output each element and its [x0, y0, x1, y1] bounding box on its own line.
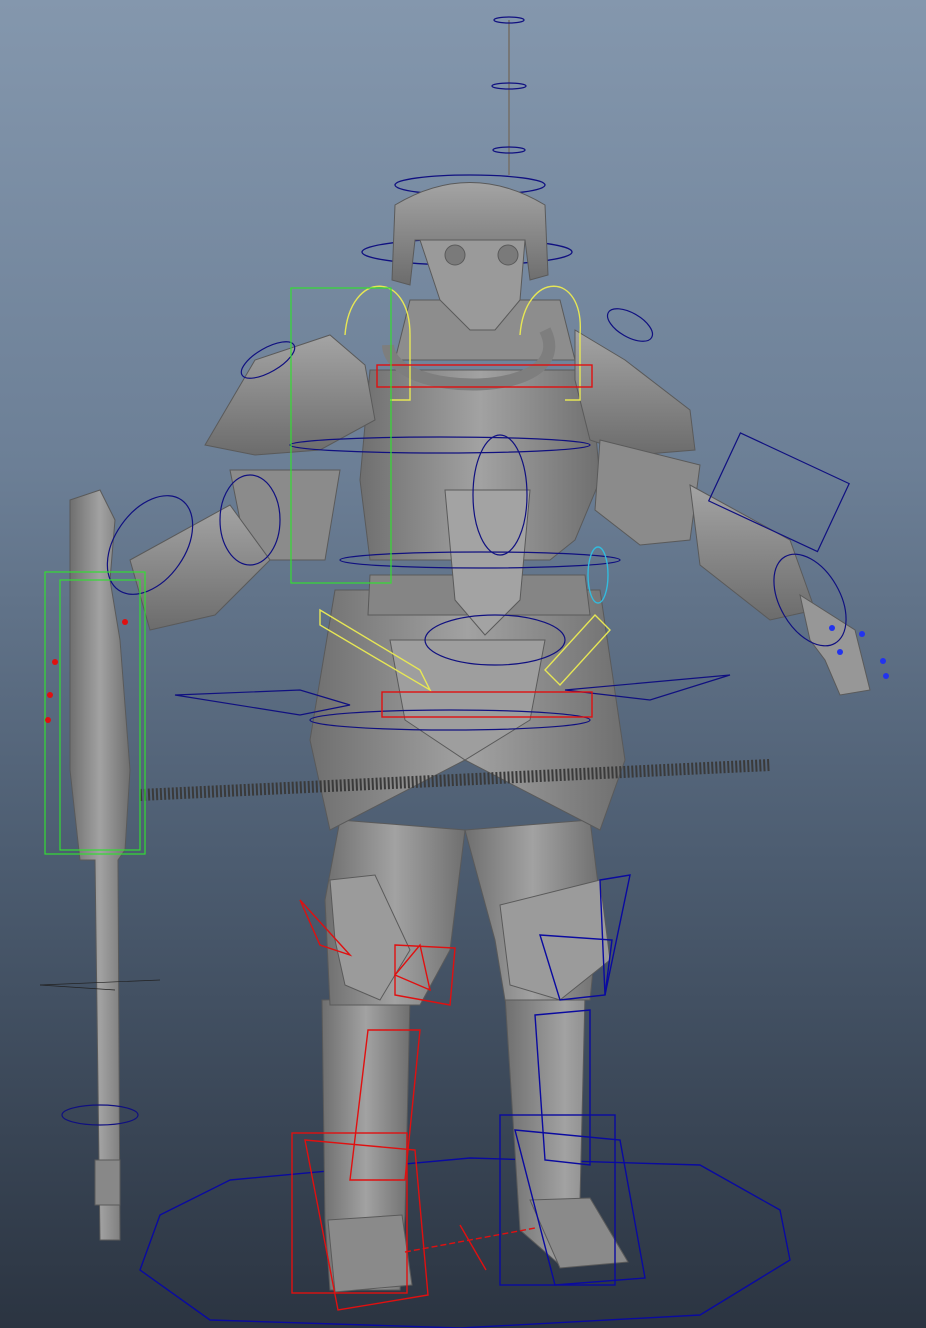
- ammo-belt: [139, 759, 771, 801]
- right-shoulder-pauldron: [574, 329, 696, 456]
- left-goggle: [444, 244, 466, 266]
- right-goggle: [497, 244, 519, 266]
- rifle-prop[interactable]: [69, 489, 131, 1241]
- right-forearm: [689, 484, 816, 621]
- maya-viewport[interactable]: [0, 0, 926, 1328]
- left-foot: [327, 1214, 413, 1293]
- root-control-icon[interactable]: [139, 1157, 791, 1328]
- viewport-scene[interactable]: [0, 0, 926, 1328]
- right-foot: [529, 1197, 629, 1269]
- right-upper-arm: [594, 439, 701, 546]
- left-shoulder-pauldron: [204, 334, 376, 456]
- right-hand: [799, 593, 871, 696]
